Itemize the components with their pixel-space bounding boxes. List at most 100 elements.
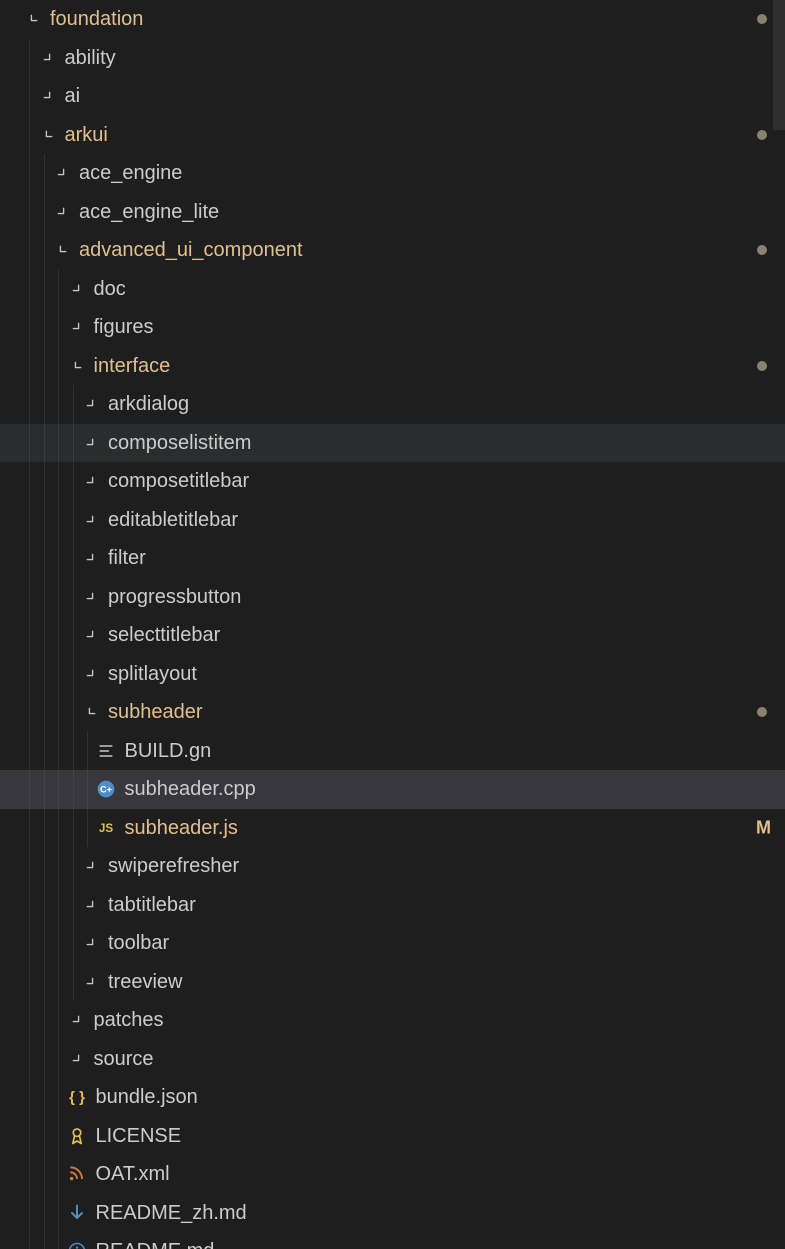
tree-row-doc[interactable]: doc [0, 270, 785, 309]
tree-row-patches[interactable]: patches [0, 1001, 785, 1040]
tree-item-label: foundation [50, 9, 143, 29]
tree-item-label: ace_engine_lite [79, 202, 219, 222]
tree-row-source[interactable]: source [0, 1040, 785, 1079]
chevron-right-icon[interactable] [80, 971, 102, 993]
tree-item-label: README_zh.md [96, 1203, 247, 1223]
tree-item-label: tabtitlebar [108, 895, 196, 915]
chevron-down-icon[interactable] [80, 701, 102, 723]
tree-item-label: README.md [96, 1241, 215, 1249]
tree-item-label: BUILD.gn [125, 741, 212, 761]
tree-row-swiperefresher[interactable]: swiperefresher [0, 847, 785, 886]
tree-item-label: splitlayout [108, 664, 197, 684]
modified-dot-icon [757, 130, 767, 140]
tree-row-splitlayout[interactable]: splitlayout [0, 655, 785, 694]
tree-item-label: doc [94, 279, 126, 299]
chevron-right-icon[interactable] [80, 894, 102, 916]
tree-row-interface[interactable]: interface [0, 347, 785, 386]
tree-row-ability[interactable]: ability [0, 39, 785, 78]
tree-row-editabletitlebar[interactable]: editabletitlebar [0, 501, 785, 540]
tree-item-label: progressbutton [108, 587, 241, 607]
chevron-right-icon[interactable] [80, 932, 102, 954]
tree-row-arkdialog[interactable]: arkdialog [0, 385, 785, 424]
tree-item-label: advanced_ui_component [79, 240, 303, 260]
chevron-right-icon[interactable] [66, 1009, 88, 1031]
tree-row-subheader-js[interactable]: JS subheader.js M [0, 809, 785, 848]
tree-item-label: OAT.xml [96, 1164, 170, 1184]
js-icon: JS [95, 817, 117, 839]
chevron-right-icon[interactable] [37, 85, 59, 107]
tree-row-arkui[interactable]: arkui [0, 116, 785, 155]
cpp-icon: C+ [95, 778, 117, 800]
chevron-right-icon[interactable] [80, 547, 102, 569]
tree-item-label: arkdialog [108, 394, 189, 414]
chevron-down-icon[interactable] [22, 8, 44, 30]
chevron-right-icon[interactable] [80, 393, 102, 415]
tree-item-label: bundle.json [96, 1087, 198, 1107]
tree-row-progressbutton[interactable]: progressbutton [0, 578, 785, 617]
tree-row-oat-xml[interactable]: OAT.xml [0, 1155, 785, 1194]
json-icon: { } [66, 1086, 88, 1108]
svg-text:{ }: { } [69, 1089, 85, 1106]
tree-row-bundle-json[interactable]: { } bundle.json [0, 1078, 785, 1117]
chevron-right-icon[interactable] [66, 278, 88, 300]
tree-row-treeview[interactable]: treeview [0, 963, 785, 1002]
tree-row-foundation[interactable]: foundation [0, 0, 785, 39]
tree-row-figures[interactable]: figures [0, 308, 785, 347]
chevron-right-icon[interactable] [37, 47, 59, 69]
modified-dot-icon [757, 361, 767, 371]
chevron-right-icon[interactable] [51, 201, 73, 223]
tree-item-label: composelistitem [108, 433, 251, 453]
chevron-right-icon[interactable] [80, 663, 102, 685]
chevron-right-icon[interactable] [80, 432, 102, 454]
modified-badge: M [756, 817, 771, 838]
tree-item-label: ability [65, 48, 116, 68]
info-icon [66, 1240, 88, 1249]
tree-item-label: figures [94, 317, 154, 337]
tree-row-tabtitlebar[interactable]: tabtitlebar [0, 886, 785, 925]
tree-item-label: treeview [108, 972, 182, 992]
chevron-right-icon[interactable] [66, 1048, 88, 1070]
tree-item-label: filter [108, 548, 146, 568]
tree-item-label: composetitlebar [108, 471, 249, 491]
tree-item-label: interface [94, 356, 171, 376]
chevron-down-icon[interactable] [66, 355, 88, 377]
tree-row-selecttitlebar[interactable]: selecttitlebar [0, 616, 785, 655]
tree-item-label: arkui [65, 125, 108, 145]
chevron-right-icon[interactable] [80, 855, 102, 877]
tree-row-subheader-cpp[interactable]: C+subheader.cpp [0, 770, 785, 809]
tree-row-ai[interactable]: ai [0, 77, 785, 116]
chevron-down-icon[interactable] [37, 124, 59, 146]
tree-row-build-gn[interactable]: BUILD.gn [0, 732, 785, 771]
tree-item-label: toolbar [108, 933, 169, 953]
tree-row-readme-md[interactable]: README.md [0, 1232, 785, 1249]
chevron-right-icon[interactable] [66, 316, 88, 338]
modified-dot-icon [757, 245, 767, 255]
modified-dot-icon [757, 707, 767, 717]
tree-item-label: source [94, 1049, 154, 1069]
tree-row-toolbar[interactable]: toolbar [0, 924, 785, 963]
tree-item-label: editabletitlebar [108, 510, 238, 530]
tree-row-subheader[interactable]: subheader [0, 693, 785, 732]
xml-icon [66, 1163, 88, 1185]
tree-row-ace-engine-lite[interactable]: ace_engine_lite [0, 193, 785, 232]
tree-row-composelistitem[interactable]: composelistitem [0, 424, 785, 463]
file-explorer-tree[interactable]: foundation ability ai arkui ace_engine ace_en… [0, 0, 785, 1249]
chevron-right-icon[interactable] [80, 509, 102, 531]
tree-row-filter[interactable]: filter [0, 539, 785, 578]
tree-item-label: subheader.js [125, 818, 238, 838]
lines-icon [95, 740, 117, 762]
chevron-right-icon[interactable] [80, 586, 102, 608]
tree-row-license[interactable]: LICENSE [0, 1117, 785, 1156]
tree-item-label: selecttitlebar [108, 625, 220, 645]
tree-row-readme-zh-md[interactable]: README_zh.md [0, 1194, 785, 1233]
chevron-right-icon[interactable] [51, 162, 73, 184]
tree-row-advanced-ui-component[interactable]: advanced_ui_component [0, 231, 785, 270]
tree-item-label: subheader [108, 702, 203, 722]
svg-text:C+: C+ [100, 785, 112, 795]
chevron-right-icon[interactable] [80, 624, 102, 646]
tree-row-composetitlebar[interactable]: composetitlebar [0, 462, 785, 501]
license-icon [66, 1125, 88, 1147]
chevron-right-icon[interactable] [80, 470, 102, 492]
tree-row-ace-engine[interactable]: ace_engine [0, 154, 785, 193]
chevron-down-icon[interactable] [51, 239, 73, 261]
